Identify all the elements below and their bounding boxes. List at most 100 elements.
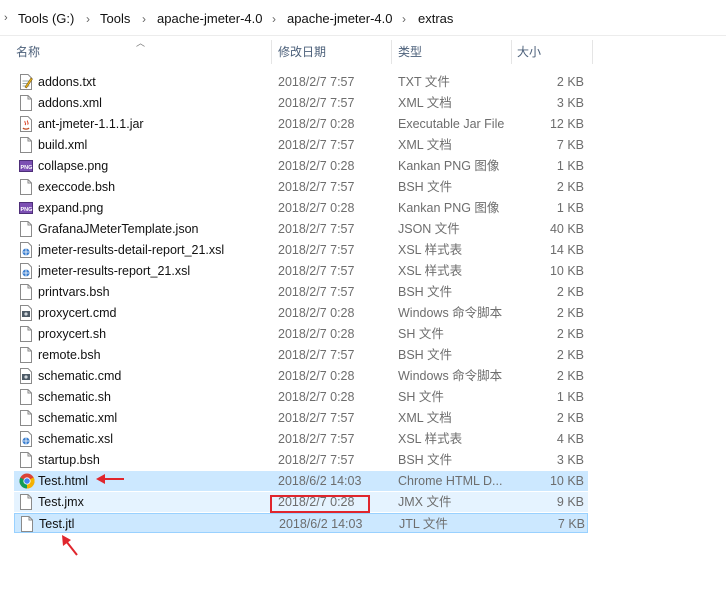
blank-file-icon (20, 516, 34, 532)
file-type: JSON 文件 (398, 222, 460, 236)
file-type: JTL 文件 (399, 517, 448, 531)
breadcrumb-item[interactable]: apache-jmeter-4.0 (157, 10, 263, 28)
xsl-file-icon (19, 242, 33, 258)
file-date: 2018/2/7 0:28 (278, 117, 355, 131)
file-type: Kankan PNG 图像 (398, 201, 500, 215)
file-row[interactable]: proxycert.sh 2018/2/7 0:28 SH 文件 2 KB (14, 324, 588, 344)
file-date: 2018/2/7 7:57 (278, 243, 355, 257)
file-row[interactable]: Test.jtl 2018/6/2 14:03 JTL 文件 7 KB (14, 513, 588, 533)
file-type: JMX 文件 (398, 495, 452, 509)
file-row[interactable]: GrafanaJMeterTemplate.json 2018/2/7 7:57 J… (14, 219, 588, 239)
file-row[interactable]: schematic.sh 2018/2/7 0:28 SH 文件 1 KB (14, 387, 588, 407)
file-type: Windows 命令脚本 (398, 306, 503, 320)
file-type: TXT 文件 (398, 75, 450, 89)
file-name: proxycert.cmd (38, 306, 117, 320)
breadcrumb-item[interactable]: apache-jmeter-4.0 (287, 10, 393, 28)
file-name: jmeter-results-report_21.xsl (38, 264, 191, 278)
file-size: 2 KB (556, 75, 584, 89)
chevron-right-icon[interactable]: › (142, 10, 146, 28)
file-date: 2018/2/7 7:57 (278, 411, 355, 425)
breadcrumb-item[interactable]: Tools (100, 10, 130, 28)
file-date: 2018/2/7 7:57 (278, 264, 355, 278)
file-row[interactable]: schematic.cmd 2018/2/7 0:28 Windows 命令脚本 2 … (14, 366, 588, 386)
file-size: 2 KB (556, 411, 584, 425)
column-divider[interactable] (592, 40, 593, 64)
blank-file-icon (19, 389, 33, 405)
file-row[interactable]: build.xml 2018/2/7 7:57 XML 文档 7 KB (14, 135, 588, 155)
file-date: 2018/6/2 14:03 (278, 474, 362, 488)
file-row[interactable]: proxycert.cmd 2018/2/7 0:28 Windows 命令脚本 2 … (14, 303, 588, 323)
file-row[interactable]: addons.xml 2018/2/7 7:57 XML 文档 3 KB (14, 93, 588, 113)
file-name: Test.html (38, 474, 89, 488)
text-file-icon (19, 74, 33, 90)
file-row[interactable]: jmeter-results-report_21.xsl 2018/2/7 7:5… (14, 261, 588, 281)
column-divider[interactable] (271, 40, 272, 64)
blank-file-icon (19, 326, 33, 342)
chevron-right-icon[interactable]: › (4, 11, 12, 25)
breadcrumb-item[interactable]: Tools (G:) (18, 10, 74, 28)
svg-text:PNG: PNG (21, 165, 33, 171)
file-size: 7 KB (556, 138, 584, 152)
file-size: 3 KB (556, 453, 584, 467)
file-row[interactable]: jmeter-results-detail-report_21.xsl 2018/… (14, 240, 588, 260)
column-divider[interactable] (391, 40, 392, 64)
file-name: ant-jmeter-1.1.1.jar (38, 117, 144, 131)
file-row[interactable]: PNG collapse.png 2018/2/7 0:28 Kankan PNG 图… (14, 156, 588, 176)
file-row[interactable]: startup.bsh 2018/2/7 7:57 BSH 文件 3 KB (14, 450, 588, 470)
file-date: 2018/2/7 7:57 (278, 285, 355, 299)
annotation-arrow (96, 474, 124, 484)
blank-file-icon (19, 179, 33, 195)
chevron-right-icon[interactable]: › (402, 10, 406, 28)
chevron-right-icon[interactable]: › (272, 10, 276, 28)
file-size: 7 KB (557, 517, 585, 531)
breadcrumb-item[interactable]: extras (418, 10, 453, 28)
column-name[interactable]: 名称 (16, 36, 40, 68)
image-file-icon: PNG (19, 200, 33, 216)
column-type[interactable]: 类型 (398, 36, 422, 68)
file-name: startup.bsh (38, 453, 100, 467)
file-name: remote.bsh (38, 348, 101, 362)
file-row[interactable]: addons.txt 2018/2/7 7:57 TXT 文件 2 KB (14, 72, 588, 92)
file-row[interactable]: schematic.xsl 2018/2/7 7:57 XSL 样式表 4 KB (14, 429, 588, 449)
file-type: SH 文件 (398, 327, 444, 341)
blank-file-icon (19, 221, 33, 237)
file-type: XML 文档 (398, 138, 452, 152)
file-date: 2018/2/7 0:28 (278, 369, 355, 383)
column-divider[interactable] (511, 40, 512, 64)
annotation-box (270, 495, 370, 513)
file-size: 2 KB (556, 327, 584, 341)
chevron-right-icon[interactable]: › (86, 10, 90, 28)
file-date: 2018/2/7 0:28 (278, 159, 355, 173)
file-row[interactable]: PNG expand.png 2018/2/7 0:28 Kankan PNG 图像 1… (14, 198, 588, 218)
chrome-icon (19, 473, 35, 489)
jar-file-icon (19, 116, 33, 132)
file-date: 2018/2/7 0:28 (278, 390, 355, 404)
column-date[interactable]: 修改日期 (278, 36, 326, 68)
file-size: 1 KB (556, 201, 584, 215)
file-date: 2018/2/7 7:57 (278, 222, 355, 236)
file-name: Test.jmx (38, 495, 84, 509)
file-type: Executable Jar File (398, 117, 505, 131)
file-size: 1 KB (556, 159, 584, 173)
file-size: 2 KB (556, 306, 584, 320)
svg-text:PNG: PNG (21, 207, 33, 213)
blank-file-icon (19, 137, 33, 153)
sort-up-icon: ︿ (136, 38, 146, 48)
column-header: ︿ 名称 修改日期 类型 大小 (0, 36, 726, 68)
column-size[interactable]: 大小 (517, 36, 541, 68)
address-bar[interactable]: › Tools (G:) › Tools › apache-jmeter-4.0… (0, 0, 726, 36)
file-date: 2018/2/7 7:57 (278, 453, 355, 467)
file-name: build.xml (38, 138, 88, 152)
file-name: jmeter-results-detail-report_21.xsl (38, 243, 225, 257)
xsl-file-icon (19, 263, 33, 279)
file-row[interactable]: ant-jmeter-1.1.1.jar 2018/2/7 0:28 Executa… (14, 114, 588, 134)
file-row[interactable]: remote.bsh 2018/2/7 7:57 BSH 文件 2 KB (14, 345, 588, 365)
file-row[interactable]: printvars.bsh 2018/2/7 7:57 BSH 文件 2 KB (14, 282, 588, 302)
file-name: schematic.sh (38, 390, 111, 404)
file-row[interactable]: execcode.bsh 2018/2/7 7:57 BSH 文件 2 KB (14, 177, 588, 197)
file-row[interactable]: schematic.xml 2018/2/7 7:57 XML 文档 2 KB (14, 408, 588, 428)
file-type: Kankan PNG 图像 (398, 159, 500, 173)
file-size: 12 KB (549, 117, 584, 131)
file-date: 2018/2/7 7:57 (278, 432, 355, 446)
file-name: schematic.xml (38, 411, 118, 425)
